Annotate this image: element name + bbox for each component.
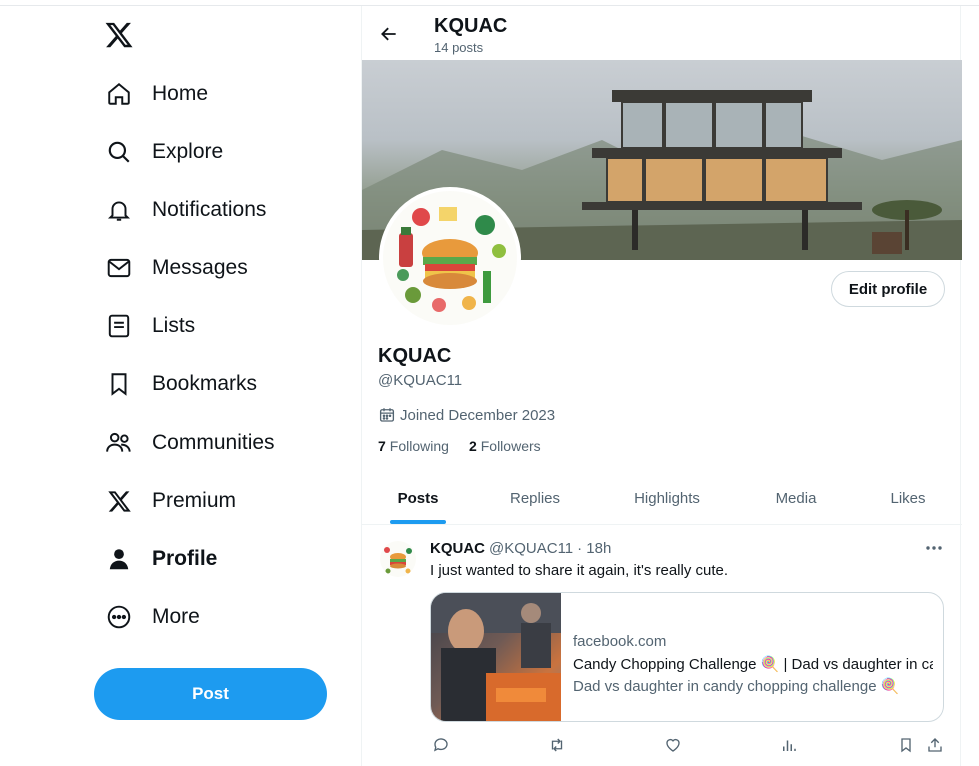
tweet-header: KQUAC @KQUAC11 · 18h bbox=[430, 540, 611, 557]
followers-link[interactable]: 2 Followers bbox=[469, 438, 541, 454]
nav-profile[interactable]: Profile bbox=[104, 539, 217, 579]
nav-messages[interactable]: Messages bbox=[104, 248, 248, 288]
bookmark-icon[interactable] bbox=[895, 734, 917, 756]
nav-premium-label: Premium bbox=[152, 489, 237, 512]
reply-icon[interactable] bbox=[430, 734, 452, 756]
people-icon bbox=[104, 428, 134, 458]
x-logo-icon bbox=[104, 486, 134, 516]
nav-lists[interactable]: Lists bbox=[104, 306, 195, 346]
nav-notifications[interactable]: Notifications bbox=[104, 190, 266, 230]
nav-lists-label: Lists bbox=[152, 314, 196, 337]
tweet-author-handle[interactable]: @KQUAC11 bbox=[489, 540, 573, 557]
link-card-thumbnail bbox=[431, 593, 561, 721]
following-label: Following bbox=[389, 438, 449, 454]
profile-column: KQUAC 14 posts Edit profile KQUAC @KQUAC… bbox=[361, 6, 962, 766]
more-options-icon[interactable] bbox=[922, 538, 946, 558]
link-card[interactable]: facebook.com Candy Chopping Challenge 🍭 … bbox=[430, 592, 944, 722]
share-icon[interactable] bbox=[924, 734, 946, 756]
nav-explore[interactable]: Explore bbox=[104, 132, 223, 172]
header-post-count: 14 posts bbox=[434, 40, 484, 55]
followers-label: Followers bbox=[480, 438, 541, 454]
search-icon bbox=[104, 137, 134, 167]
tab-media[interactable]: Media bbox=[738, 472, 854, 525]
nav-premium[interactable]: Premium bbox=[104, 481, 236, 521]
calendar-icon bbox=[378, 406, 396, 424]
joined-text: Joined December 2023 bbox=[400, 406, 556, 424]
post-button[interactable]: Post bbox=[94, 668, 327, 720]
sidebar: Home Explore Notifications Messages List… bbox=[0, 6, 361, 766]
tweet-avatar[interactable] bbox=[380, 541, 416, 577]
tab-highlights[interactable]: Highlights bbox=[596, 472, 738, 525]
tweet-actions bbox=[430, 734, 950, 756]
nav-more[interactable]: More bbox=[104, 597, 200, 637]
views-icon[interactable] bbox=[778, 734, 800, 756]
list-icon bbox=[104, 311, 134, 341]
followers-count: 2 bbox=[468, 438, 477, 454]
envelope-icon bbox=[104, 253, 134, 283]
nav-home[interactable]: Home bbox=[104, 74, 208, 114]
link-card-description: Dad vs daughter in candy chopping challe… bbox=[573, 678, 900, 695]
nav-communities-label: Communities bbox=[152, 431, 275, 454]
tweet-author-name[interactable]: KQUAC bbox=[430, 540, 485, 557]
link-card-title: Candy Chopping Challenge 🍭 | Dad vs daug… bbox=[573, 656, 933, 673]
link-card-domain: facebook.com bbox=[573, 633, 667, 650]
active-tab-indicator bbox=[390, 520, 446, 524]
profile-tabs: Posts Replies Highlights Media Likes bbox=[362, 472, 962, 525]
bookmark-icon bbox=[104, 369, 134, 399]
profile-name: KQUAC bbox=[378, 345, 452, 367]
header-title: KQUAC bbox=[434, 15, 508, 37]
nav-more-label: More bbox=[152, 605, 200, 628]
tab-likes[interactable]: Likes bbox=[854, 472, 962, 525]
following-link[interactable]: 7 Following bbox=[378, 438, 449, 454]
bell-icon bbox=[104, 195, 134, 225]
nav-bookmarks-label: Bookmarks bbox=[152, 372, 258, 395]
back-arrow-icon[interactable] bbox=[376, 21, 402, 47]
like-icon[interactable] bbox=[662, 734, 684, 756]
tab-replies[interactable]: Replies bbox=[474, 472, 596, 525]
tab-posts[interactable]: Posts bbox=[362, 472, 474, 525]
nav-messages-label: Messages bbox=[152, 256, 248, 279]
profile-avatar[interactable] bbox=[379, 187, 521, 329]
more-circle-icon bbox=[104, 602, 134, 632]
edit-profile-button[interactable]: Edit profile bbox=[831, 271, 945, 307]
profile-joined: Joined December 2023 bbox=[378, 406, 555, 424]
profile-handle: @KQUAC11 bbox=[378, 372, 463, 389]
home-icon bbox=[104, 79, 134, 109]
nav-communities[interactable]: Communities bbox=[104, 423, 275, 463]
nav-explore-label: Explore bbox=[152, 140, 224, 163]
tweet-text: I just wanted to share it again, it's re… bbox=[430, 562, 729, 579]
follow-stats: 7 Following 2 Followers bbox=[378, 438, 541, 454]
tweet[interactable]: KQUAC @KQUAC11 · 18h I just wanted to sh… bbox=[362, 526, 962, 766]
person-icon bbox=[104, 544, 134, 574]
x-logo-icon[interactable] bbox=[104, 20, 134, 50]
nav-profile-label: Profile bbox=[152, 547, 218, 570]
repost-icon[interactable] bbox=[546, 734, 568, 756]
nav-notifications-label: Notifications bbox=[152, 198, 267, 221]
tweet-time[interactable]: · 18h bbox=[577, 540, 611, 557]
nav-home-label: Home bbox=[152, 82, 209, 105]
profile-header: KQUAC 14 posts bbox=[362, 6, 962, 60]
following-count: 7 bbox=[378, 438, 386, 454]
nav-bookmarks[interactable]: Bookmarks bbox=[104, 364, 257, 404]
